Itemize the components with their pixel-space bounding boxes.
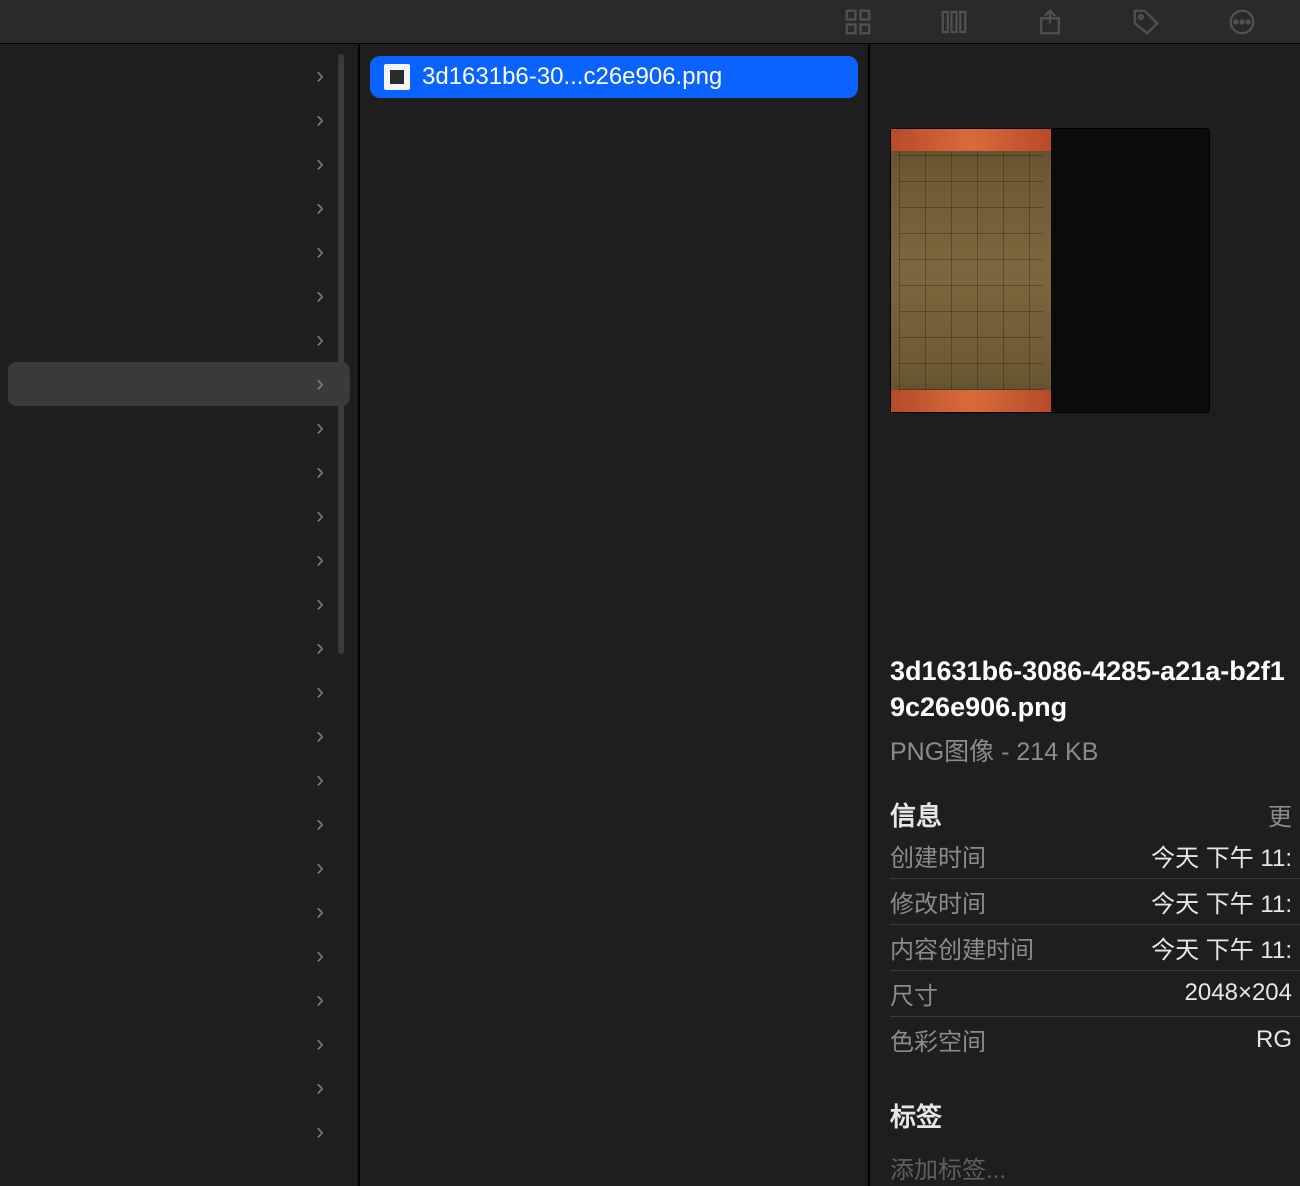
chevron-right-icon: › [316, 546, 324, 574]
chevron-right-icon: › [316, 942, 324, 970]
info-value: RG [1256, 1026, 1292, 1054]
scrollbar[interactable] [338, 54, 344, 654]
info-row: 修改时间 今天 下午 11: [890, 879, 1300, 925]
folder-row[interactable]: › [8, 450, 350, 494]
chevron-right-icon: › [316, 458, 324, 486]
tag-icon[interactable] [1128, 4, 1164, 40]
chevron-right-icon: › [316, 678, 324, 706]
chevron-right-icon: › [316, 810, 324, 838]
folder-row[interactable]: › [8, 318, 350, 362]
folders-column[interactable]: › › › › › › › › › › › › › › › › › › › › › › › › › [0, 44, 360, 1186]
info-row: 创建时间 今天 下午 11: [890, 833, 1300, 879]
folder-row[interactable]: › [8, 406, 350, 450]
chevron-right-icon: › [316, 634, 324, 662]
chevron-right-icon: › [316, 194, 324, 222]
info-heading: 信息 [890, 796, 942, 833]
folder-row[interactable]: › [8, 1066, 350, 1110]
info-value: 2048×204 [1185, 979, 1292, 1007]
chevron-right-icon: › [316, 238, 324, 266]
folder-row[interactable]: › [8, 54, 350, 98]
add-tag-input[interactable]: 添加标签... [890, 1150, 1300, 1185]
file-thumbnail-icon [384, 64, 410, 90]
share-icon[interactable] [1032, 4, 1068, 40]
files-column[interactable]: 3d1631b6-30...c26e906.png [360, 44, 870, 1186]
file-name: 3d1631b6-30...c26e906.png [422, 63, 722, 91]
folder-row[interactable]: › [8, 142, 350, 186]
folder-row[interactable]: › [8, 362, 350, 406]
folder-row[interactable]: › [8, 538, 350, 582]
info-row: 色彩空间 RG [890, 1017, 1300, 1063]
chevron-right-icon: › [316, 150, 324, 178]
info-row: 内容创建时间 今天 下午 11: [890, 925, 1300, 971]
folder-row[interactable]: › [8, 934, 350, 978]
view-columns-icon[interactable] [936, 4, 972, 40]
info-section-header: 信息 更 [890, 796, 1300, 833]
tags-heading: 标签 [890, 1097, 1300, 1134]
folder-row[interactable]: › [8, 494, 350, 538]
chevron-right-icon: › [316, 590, 324, 618]
chevron-right-icon: › [316, 854, 324, 882]
info-key: 尺寸 [890, 976, 938, 1011]
info-row: 尺寸 2048×204 [890, 971, 1300, 1017]
info-key: 创建时间 [890, 838, 986, 873]
folder-row[interactable]: › [8, 758, 350, 802]
folder-row[interactable]: › [8, 1110, 350, 1154]
toolbar [0, 0, 1300, 44]
show-more-link[interactable]: 更 [1268, 797, 1292, 832]
view-grid-icon[interactable] [840, 4, 876, 40]
chevron-right-icon: › [316, 722, 324, 750]
folder-row[interactable]: › [8, 582, 350, 626]
column-view: › › › › › › › › › › › › › › › › › › › › › › › › › 3d1631b6-30...… [0, 44, 1300, 1186]
info-value: 今天 下午 11: [1151, 838, 1292, 873]
info-key: 色彩空间 [890, 1022, 986, 1057]
action-icon[interactable] [1224, 4, 1260, 40]
folder-row[interactable]: › [8, 802, 350, 846]
chevron-right-icon: › [316, 1118, 324, 1146]
folder-row[interactable]: › [8, 890, 350, 934]
preview-column: 3d1631b6-3086-4285-a21a-b2f19c26e906.png… [870, 44, 1300, 1186]
chevron-right-icon: › [316, 1030, 324, 1058]
chevron-right-icon: › [316, 62, 324, 90]
info-value: 今天 下午 11: [1151, 884, 1292, 919]
chevron-right-icon: › [316, 414, 324, 442]
preview-thumbnail[interactable] [890, 128, 1210, 413]
folder-row[interactable]: › [8, 274, 350, 318]
chevron-right-icon: › [316, 986, 324, 1014]
folder-row[interactable]: › [8, 978, 350, 1022]
folder-row[interactable]: › [8, 230, 350, 274]
info-key: 修改时间 [890, 884, 986, 919]
folder-row[interactable]: › [8, 714, 350, 758]
folder-row[interactable]: › [8, 626, 350, 670]
preview-filename: 3d1631b6-3086-4285-a21a-b2f19c26e906.png [890, 653, 1300, 726]
chevron-right-icon: › [316, 1074, 324, 1102]
chevron-right-icon: › [316, 370, 324, 398]
folder-row[interactable]: › [8, 186, 350, 230]
chevron-right-icon: › [316, 502, 324, 530]
folder-row[interactable]: › [8, 670, 350, 714]
info-key: 内容创建时间 [890, 930, 1034, 965]
chevron-right-icon: › [316, 898, 324, 926]
folder-row[interactable]: › [8, 846, 350, 890]
info-value: 今天 下午 11: [1151, 930, 1292, 965]
chevron-right-icon: › [316, 282, 324, 310]
folder-row[interactable]: › [8, 1022, 350, 1066]
file-row[interactable]: 3d1631b6-30...c26e906.png [370, 56, 858, 98]
preview-type-size: PNG图像 - 214 KB [890, 732, 1300, 768]
chevron-right-icon: › [316, 766, 324, 794]
chevron-right-icon: › [316, 326, 324, 354]
chevron-right-icon: › [316, 106, 324, 134]
folder-row[interactable]: › [8, 98, 350, 142]
